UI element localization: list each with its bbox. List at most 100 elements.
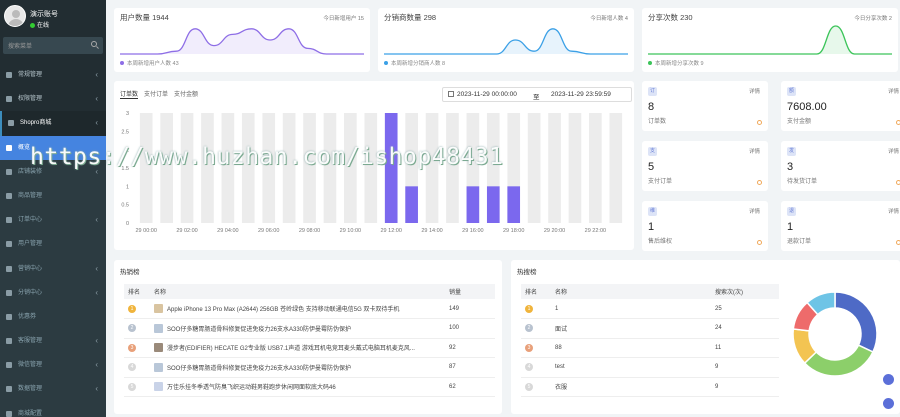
tab-paid-orders[interactable]: 支付订单: [144, 92, 168, 98]
info-circle-icon[interactable]: [896, 120, 900, 125]
legend-dot-icon: [384, 61, 388, 65]
menu-item-icon: [6, 289, 12, 296]
bar[interactable]: [486, 186, 500, 223]
sidebar-item-label: 商品管理: [18, 192, 43, 199]
orders-tabs: 订单数 支付订单 支付金额: [120, 89, 204, 99]
table-row[interactable]: 4 SOO仔多糖胃肠道骨科修复促进免疫力26支水A330防伊曼霉防伪保护 87: [124, 357, 495, 378]
tab-order-count[interactable]: 订单数: [120, 92, 139, 99]
keyword-cell: 面试: [551, 318, 711, 339]
bar[interactable]: [405, 186, 418, 223]
hot-search-title: 热搜榜: [517, 269, 537, 276]
info-circle-icon[interactable]: [757, 240, 762, 245]
table-row[interactable]: 5 衣服 9: [521, 377, 779, 397]
summary-label: 支付金额: [787, 119, 812, 125]
goods-name-cell: 漫步者(EDIFIER) HECATE G2专业版 USB7.1声道 游戏耳机电…: [150, 338, 445, 358]
sidebar-item[interactable]: 权限管理 ‹: [0, 87, 106, 111]
table-row[interactable]: 1 1 25: [521, 299, 779, 319]
summary-card: 退 详情 1 退款订单: [781, 201, 900, 251]
sidebar-item[interactable]: 商城配置: [0, 401, 106, 417]
summary-icon: 订: [648, 87, 657, 96]
sparkline-area: [384, 28, 628, 54]
sales-cell: 87: [445, 357, 495, 378]
sparkline-area: [120, 28, 364, 54]
donut-slice[interactable]: [834, 291, 878, 354]
avatar[interactable]: [4, 5, 26, 27]
info-circle-icon[interactable]: [896, 180, 900, 185]
chat-icon[interactable]: [883, 398, 894, 409]
detail-link[interactable]: 详情: [749, 147, 760, 155]
goods-name-cell: SOO仔多糖胃肠道骨科修复促进免疫力26支水A330防伊曼霉防伪保护: [150, 318, 445, 339]
count-cell: 9: [711, 357, 779, 378]
info-circle-icon[interactable]: [757, 120, 762, 125]
legend-dot-icon: [648, 61, 652, 65]
chevron-left-icon: ‹: [95, 94, 98, 104]
table-row[interactable]: 2 SOO仔多糖胃肠道骨科修复促进免疫力26支水A330防伊曼霉防伪保护 100: [124, 318, 495, 339]
sidebar-item[interactable]: 分销中心 ‹: [0, 280, 106, 305]
rank-cell: 2: [521, 318, 551, 339]
summary-icon: 支: [648, 147, 657, 156]
x-tick-label: 29 16:00: [462, 228, 483, 234]
stat-card: 用户数量 1944 今日新增用户 15 本周新增用户人数 43: [114, 8, 370, 72]
date-range-picker[interactable]: 2023-11-29 00:00:00 至 2023-11-29 23:59:5…: [442, 87, 632, 102]
info-circle-icon[interactable]: [757, 180, 762, 185]
sidebar-item[interactable]: 订单中心 ‹: [0, 208, 106, 233]
sidebar-item[interactable]: 常规管理 ‹: [0, 63, 106, 87]
tab-paid-amount[interactable]: 支付金额: [174, 92, 198, 98]
table-row[interactable]: 2 面试 24: [521, 318, 779, 339]
goods-thumbnail: [154, 362, 163, 372]
date-start[interactable]: 2023-11-29 00:00:00: [457, 91, 517, 98]
table-row[interactable]: 5 万佳乐挂冬季透气防臭飞织运动鞋男鞋跑步休闲网面软底大码46 62: [124, 377, 495, 397]
y-tick-label: 1: [126, 184, 129, 190]
sparkline-line: [648, 25, 892, 55]
goods-name: SOO仔多糖胃肠道骨科修复促进免疫力26支水A330防伊曼霉防伪保护: [167, 365, 352, 372]
table-row[interactable]: 3 漫步者(EDIFIER) HECATE G2专业版 USB7.1声道 游戏耳机…: [124, 338, 495, 358]
bar-background: [609, 113, 623, 223]
detail-link[interactable]: 详情: [749, 87, 760, 95]
bar[interactable]: [466, 186, 480, 223]
rank-cell: 5: [521, 377, 551, 397]
detail-link[interactable]: 详情: [888, 147, 899, 155]
date-end[interactable]: 2023-11-29 23:59:59: [551, 91, 611, 98]
sidebar-search-input[interactable]: 搜索菜单: [3, 37, 103, 54]
menu-item-icon: [6, 410, 12, 417]
sidebar-item-label: 客服管理: [18, 338, 43, 345]
sales-cell: 92: [445, 338, 495, 358]
rank-badge-icon: 1: [128, 304, 136, 313]
detail-link[interactable]: 详情: [749, 207, 760, 215]
count-cell: 9: [711, 377, 779, 397]
x-tick-label: 29 08:00: [299, 228, 320, 234]
sidebar-menu: 常规管理 ‹ 权限管理 ‹ Shopro商城 ‹ 概览 店铺装修 ‹ 商品管理 订单中心 ‹ 用户管理营…: [0, 63, 106, 417]
sidebar-item[interactable]: 数据管理 ‹: [0, 377, 106, 402]
sidebar-item[interactable]: 微信管理 ‹: [0, 353, 106, 378]
sidebar-item-label: 营销中心: [18, 265, 43, 272]
stat-footer-text: 本周新增分销商人数 8: [391, 61, 446, 67]
detail-link[interactable]: 详情: [888, 87, 899, 95]
bell-icon[interactable]: [883, 374, 894, 385]
sidebar-item[interactable]: 优惠券: [0, 304, 106, 330]
summary-card: 支 详情 5 支付订单: [642, 141, 768, 191]
sidebar-item[interactable]: Shopro商城 ‹: [0, 111, 106, 136]
stat-card: 分享次数 230 今日分享次数 2 本周新增分享次数 9: [642, 8, 898, 72]
sidebar-item-label: 权限管理: [18, 96, 43, 103]
sidebar-item[interactable]: 商品管理: [0, 183, 106, 209]
detail-link[interactable]: 详情: [888, 207, 899, 215]
rank-badge-icon: 2: [128, 324, 136, 333]
summary-value: 7608.00: [787, 101, 827, 113]
table-row[interactable]: 1 Apple iPhone 13 Pro Max (A2644) 256GB 苍…: [124, 299, 495, 319]
sidebar-item[interactable]: 用户管理: [0, 232, 106, 257]
sidebar-item[interactable]: 营销中心 ‹: [0, 256, 106, 281]
table-row[interactable]: 4 test 9: [521, 357, 779, 378]
stat-footer: 本周新增分享次数 9: [648, 59, 704, 67]
menu-item-icon: [6, 96, 12, 103]
hot-goods-title: 热销榜: [120, 269, 140, 276]
table-row[interactable]: 3 88 11: [521, 338, 779, 358]
stat-card: 分销商数量 298 今日新增人数 4 本周新增分销商人数 8: [378, 8, 634, 72]
y-tick-label: 3: [126, 111, 129, 117]
sidebar-item[interactable]: 客服管理 ‹: [0, 329, 106, 354]
bar[interactable]: [507, 186, 521, 223]
sidebar-item-label: 数据管理: [18, 386, 43, 393]
info-circle-icon[interactable]: [896, 240, 900, 245]
goods-name-cell: Apple iPhone 13 Pro Max (A2644) 256GB 苍岭…: [150, 299, 445, 319]
search-icon[interactable]: [91, 41, 97, 47]
chevron-left-icon: ‹: [95, 70, 98, 79]
